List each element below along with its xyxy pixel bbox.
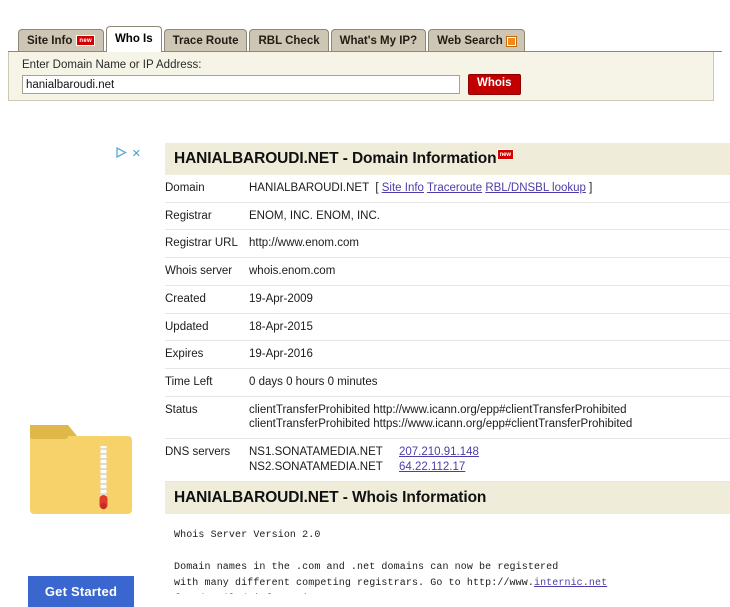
table-row: Registrar URL http://www.enom.com [165, 229, 730, 259]
tab-label: Web Search [437, 34, 503, 47]
table-row-status: Status clientTransferProhibited http://w… [165, 396, 730, 440]
whois-information-heading: HANIALBAROUDI.NET - Whois Information [165, 481, 730, 514]
ad-choices-controls: ✕ [116, 145, 141, 163]
table-row-dns: DNS servers NS1.SONATAMEDIA.NET 207.210.9… [165, 438, 730, 482]
whois-submit-button[interactable]: Whois [468, 74, 521, 95]
table-row: Whois server whois.enom.com [165, 257, 730, 286]
row-value: 0 days 0 hours 0 minutes [249, 368, 730, 397]
new-badge-icon: new [76, 35, 95, 46]
row-value: 19-Apr-2016 [249, 340, 730, 370]
row-value: 19-Apr-2009 [249, 285, 730, 314]
tab-label: Who Is [114, 32, 153, 45]
dns-server-ip-link[interactable]: 64.22.112.17 [399, 461, 465, 473]
whois-line-1: Whois Server Version 2.0 [174, 529, 321, 541]
tab-web-search[interactable]: Web Search [428, 29, 525, 52]
table-row: Registrar ENOM, INC. ENOM, INC. [165, 202, 730, 231]
domain-name-value: HANIALBAROUDI.NET [249, 182, 369, 194]
tab-who-is[interactable]: Who Is [105, 26, 162, 52]
adchoices-icon[interactable] [116, 145, 127, 163]
traceroute-link[interactable]: Traceroute [427, 182, 482, 194]
advertisement-panel: ✕ Get Started [0, 140, 163, 607]
row-value: NS1.SONATAMEDIA.NET 207.210.91.148 NS2.SO… [249, 438, 730, 482]
row-key: Time Left [165, 368, 249, 397]
row-key: DNS servers [165, 438, 249, 482]
row-key: Whois server [165, 257, 249, 286]
dns-server-entry: NS1.SONATAMEDIA.NET 207.210.91.148 [249, 445, 726, 460]
bracket-close: ] [589, 182, 593, 194]
tab-strip: Site Info new Who Is Trace Route RBL Che… [18, 26, 527, 52]
new-badge-icon: new [496, 149, 514, 160]
domain-search-input[interactable] [22, 75, 460, 94]
domain-information-table: Domain HANIALBAROUDI.NET [ Site Info Tra… [165, 175, 730, 482]
tab-label: Trace Route [172, 34, 239, 47]
tab-label: RBL Check [258, 34, 320, 47]
row-key: Registrar [165, 202, 249, 231]
row-value: HANIALBAROUDI.NET [ Site Info Traceroute… [249, 175, 730, 203]
whois-line-3: Domain names in the .com and .net domain… [174, 562, 559, 573]
dns-server-name: NS2.SONATAMEDIA.NET [249, 460, 383, 473]
row-key: Updated [165, 313, 249, 342]
domain-information-heading: HANIALBAROUDI.NET - Domain Information ne… [165, 143, 730, 175]
search-field-label: Enter Domain Name or IP Address: [22, 59, 202, 71]
bracket-open: [ [375, 182, 379, 194]
table-row: Created 19-Apr-2009 [165, 285, 730, 314]
tab-whats-my-ip[interactable]: What's My IP? [330, 29, 427, 52]
whois-line-4-pre: with many different competing registrars… [174, 578, 534, 590]
row-value: clientTransferProhibited http://www.ican… [249, 396, 730, 440]
dns-server-ip-link[interactable]: 207.210.91.148 [399, 446, 479, 458]
whois-search-panel: Enter Domain Name or IP Address: Whois [8, 52, 714, 101]
status-line-1: clientTransferProhibited http://www.ican… [249, 403, 627, 416]
tab-bar: Site Info new Who Is Trace Route RBL Che… [0, 0, 730, 54]
tab-label: What's My IP? [339, 34, 418, 47]
table-row: Time Left 0 days 0 hours 0 minutes [165, 368, 730, 397]
internic-link[interactable]: internic.net [534, 578, 607, 589]
dns-server-entry: NS2.SONATAMEDIA.NET 64.22.112.17 [249, 460, 726, 475]
row-key: Expires [165, 340, 249, 370]
row-value: 18-Apr-2015 [249, 313, 730, 342]
tab-site-info[interactable]: Site Info new [18, 29, 104, 52]
tab-label: Site Info [27, 34, 73, 47]
tab-rbl-check[interactable]: RBL Check [249, 29, 329, 52]
domain-information-heading-text: HANIALBAROUDI.NET - Domain Information [174, 150, 497, 167]
row-key: Status [165, 396, 249, 440]
zip-folder-icon [28, 417, 134, 517]
row-key: Domain [165, 175, 249, 203]
whois-raw-output: Whois Server Version 2.0 Domain names in… [165, 514, 730, 594]
table-row: Updated 18-Apr-2015 [165, 313, 730, 342]
rbl-dnsbl-lookup-link[interactable]: RBL/DNSBL lookup [485, 182, 586, 194]
table-row: Expires 19-Apr-2016 [165, 340, 730, 370]
status-line-2: clientTransferProhibited https://www.ica… [249, 418, 633, 431]
orange-square-icon [506, 37, 516, 46]
get-started-button[interactable]: Get Started [28, 576, 134, 607]
table-row: Domain HANIALBAROUDI.NET [ Site Info Tra… [165, 175, 730, 203]
close-icon[interactable]: ✕ [132, 148, 141, 160]
tab-trace-route[interactable]: Trace Route [163, 29, 248, 52]
row-value: http://www.enom.com [249, 229, 730, 259]
dns-server-name: NS1.SONATAMEDIA.NET [249, 446, 383, 459]
row-value: whois.enom.com [249, 257, 730, 286]
row-value: ENOM, INC. ENOM, INC. [249, 202, 730, 231]
row-key: Created [165, 285, 249, 314]
site-info-link[interactable]: Site Info [382, 182, 424, 194]
whois-results: HANIALBAROUDI.NET - Domain Information ne… [165, 143, 730, 594]
row-key: Registrar URL [165, 229, 249, 259]
